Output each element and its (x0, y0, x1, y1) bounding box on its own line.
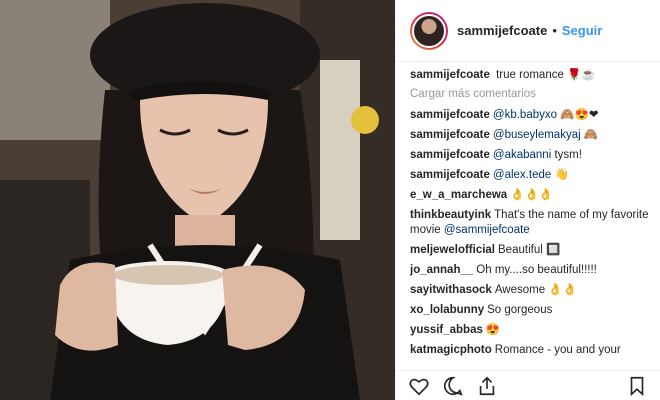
comment-username[interactable]: sammijefcoate (410, 109, 490, 121)
share-icon[interactable] (476, 375, 498, 397)
action-bar (396, 370, 660, 400)
comment-username[interactable]: sammijefcoate (410, 129, 490, 141)
comment-text: @akabanni tysm! (492, 149, 582, 161)
comment-item: sammijefcoate @alex.tede 👋 (410, 168, 650, 183)
comment-username[interactable]: sayitwithasock (410, 284, 492, 296)
comment-item: sammijefcoate @akabanni tysm! (410, 148, 650, 163)
avatar-image (412, 13, 446, 48)
comment-text: Romance - you and your (494, 344, 621, 356)
post-photo[interactable] (0, 0, 395, 400)
comment-item: jo_annah__ Oh my....so beautiful!!!!! (410, 263, 650, 278)
comment-item: sammijefcoate @kb.babyxo 🙈😍❤ (410, 108, 650, 123)
caption: sammijefcoate true romance 🌹☕ (410, 68, 650, 83)
mention-link[interactable]: @kb.babyxo (493, 109, 557, 121)
mention-link[interactable]: @sammijefcoate (444, 224, 530, 236)
woman-with-coffee-illustration (0, 0, 395, 400)
comment-item: katmagicphoto Romance - you and your (410, 343, 650, 358)
mention-link[interactable]: @alex.tede (493, 169, 551, 181)
comment-username[interactable]: yussif_abbas (410, 324, 483, 336)
post-header: sammijefcoate • Seguir (396, 0, 660, 62)
comment-username[interactable]: meljewelofficial (410, 244, 495, 256)
comment-item: thinkbeautyink That's the name of my favo… (410, 208, 650, 238)
comment-username[interactable]: sammijefcoate (410, 169, 490, 181)
comment-text: Oh my....so beautiful!!!!! (476, 264, 597, 276)
comment-username[interactable]: e_w_a_marchewa (410, 189, 507, 201)
comment-username[interactable]: jo_annah__ (410, 264, 473, 276)
comment-icon[interactable] (442, 375, 464, 397)
comment-text: 👌👌👌 (510, 189, 554, 201)
comment-username[interactable]: katmagicphoto (410, 344, 492, 356)
header-username[interactable]: sammijefcoate (457, 23, 547, 38)
follow-button[interactable]: Seguir (562, 23, 602, 38)
comment-item: meljewelofficial Beautiful 🔲 (410, 243, 650, 258)
bookmark-icon[interactable] (626, 375, 648, 397)
post-sidebar: sammijefcoate • Seguir sammijefcoate tru… (395, 0, 660, 400)
comment-text: So gorgeous (487, 304, 553, 316)
comment-text: @alex.tede 👋 (492, 169, 569, 181)
comment-text: Beautiful 🔲 (498, 244, 561, 256)
comment-username[interactable]: sammijefcoate (410, 149, 490, 161)
comments-list: sammijefcoate true romance 🌹☕ Cargar más… (410, 68, 650, 368)
header-separator: • (552, 23, 557, 38)
comment-item: xo_lolabunny So gorgeous (410, 303, 650, 318)
mention-link[interactable]: @buseylemakyaj (493, 129, 581, 141)
comment-item: sammijefcoate @buseylemakyaj 🙈 (410, 128, 650, 143)
comment-username[interactable]: thinkbeautyink (410, 209, 491, 221)
caption-username[interactable]: sammijefcoate (410, 69, 490, 81)
caption-text: true romance 🌹☕ (496, 69, 596, 81)
comment-text: @kb.babyxo 🙈😍❤ (492, 109, 599, 121)
comment-username[interactable]: xo_lolabunny (410, 304, 484, 316)
avatar[interactable] (410, 11, 448, 50)
comment-text: Awesome 👌👌 (494, 284, 577, 296)
comment-item: yussif_abbas 😍 (410, 323, 650, 338)
mention-link[interactable]: @akabanni (493, 149, 551, 161)
comment-item: sayitwithasock Awesome 👌👌 (410, 283, 650, 298)
instagram-post: sammijefcoate • Seguir sammijefcoate tru… (0, 0, 660, 400)
load-more-comments-button[interactable]: Cargar más comentarios (410, 88, 650, 100)
comment-item: e_w_a_marchewa 👌👌👌 (410, 188, 650, 203)
comment-text: 😍 (485, 324, 501, 336)
comment-text: @buseylemakyaj 🙈 (492, 129, 599, 141)
heart-icon[interactable] (408, 375, 430, 397)
